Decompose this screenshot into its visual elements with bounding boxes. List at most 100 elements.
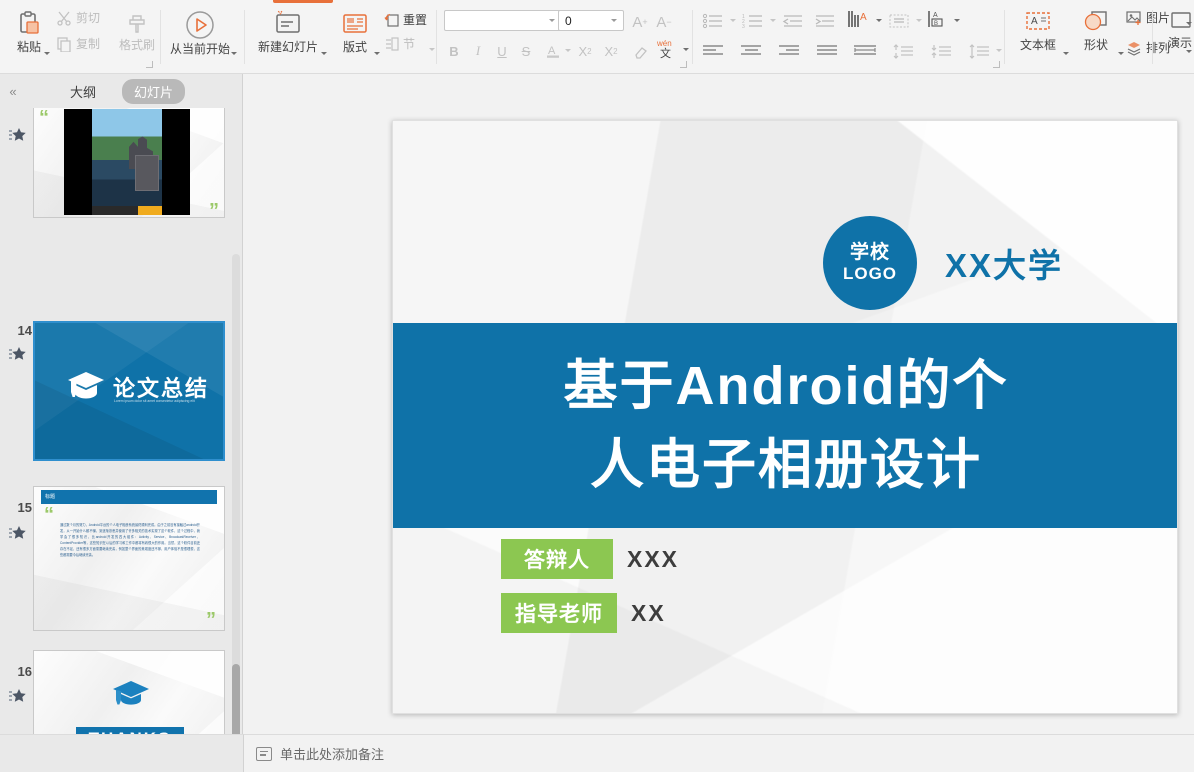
present-button[interactable]: 演示: [1160, 8, 1194, 50]
align-left-button[interactable]: [700, 40, 726, 62]
font-color-caret: [565, 49, 571, 52]
slide-thumbnail-15[interactable]: 标题 “ ” 通过数个月的努力，Android平台的个人电子相册系统最终顺利完成…: [33, 486, 225, 631]
shrink-font-button: A −: [656, 13, 672, 31]
thumbnail-list[interactable]: “ ” 14 论文总结 Lorem ipsum dolor sit amet c…: [0, 108, 243, 738]
text-box-caret[interactable]: [1063, 52, 1069, 55]
clipboard-dialog-launcher[interactable]: [146, 61, 153, 68]
font-size-caret[interactable]: [611, 19, 617, 22]
font-size-input[interactable]: 0: [558, 10, 624, 31]
animation-star-icon: [8, 345, 30, 363]
university-name[interactable]: XX大学: [945, 239, 1063, 287]
slide-thumbnail-13[interactable]: “ ”: [33, 108, 225, 218]
underline-button: U: [497, 43, 507, 59]
presenter-tag: 答辩人: [501, 539, 613, 579]
line-spacing-increase-button: [890, 40, 916, 62]
thumb15-header-text: 标题: [45, 494, 56, 500]
animation-star-icon: [8, 687, 30, 705]
thumb15-body: 通过数个月的努力，Android平台的个人电子相册系统最终顺利完成。由于之前没有…: [60, 523, 200, 557]
section-dropdown-caret: [429, 48, 435, 51]
convert-smartart-button[interactable]: A B: [925, 8, 951, 30]
from-current-slide-button[interactable]: 从当前开始: [168, 8, 232, 56]
present-label: 演示: [1167, 36, 1192, 50]
new-slide-dropdown-caret[interactable]: [321, 52, 327, 55]
font-dialog-launcher[interactable]: [680, 61, 687, 68]
slide-thumbnail-16[interactable]: THANKS 谢谢观看: [33, 650, 225, 738]
graduation-cap-icon: [110, 679, 152, 724]
text-direction-button[interactable]: A: [845, 8, 873, 30]
align-right-button[interactable]: [776, 40, 802, 62]
font-name-input[interactable]: [444, 10, 562, 31]
from-current-dropdown-caret[interactable]: [231, 52, 237, 55]
align-center-button[interactable]: [738, 40, 764, 62]
smartart-caret[interactable]: [954, 19, 960, 22]
svg-text:B: B: [934, 21, 938, 27]
ribbon-tab-strip: [0, 0, 1194, 4]
paste-label: 粘贴: [16, 40, 41, 54]
shapes-button[interactable]: 形状: [1072, 8, 1120, 52]
layout-label: 版式: [342, 40, 367, 54]
text-box-icon: A: [1026, 12, 1050, 30]
shapes-label: 形状: [1083, 38, 1108, 52]
distribute-button[interactable]: [852, 40, 878, 62]
justify-icon: [817, 45, 837, 55]
tab-outline[interactable]: 大纲: [58, 79, 108, 104]
copy-label: 复制: [76, 37, 101, 51]
new-slide-button[interactable]: 新建幻灯片: [252, 8, 324, 54]
presenter-info[interactable]: 答辩人 XXX 指导老师 XX: [501, 539, 679, 647]
panel-bottom-bar: [0, 734, 244, 772]
reset-button[interactable]: 重置: [384, 12, 427, 28]
format-painter-button: 格式刷: [114, 10, 160, 52]
cut-label: 剪切: [76, 11, 101, 25]
decrease-indent-button: [780, 10, 806, 32]
new-slide-label: 新建幻灯片: [257, 40, 318, 54]
active-tab-indicator: [273, 0, 333, 3]
decrease-indent-icon: [782, 15, 802, 27]
list-item[interactable]: 14 论文总结 Lorem ipsum dolor sit amet conse…: [0, 321, 243, 483]
section-button: 节: [384, 36, 415, 52]
spacing-down-icon: [931, 44, 951, 58]
phonetic-guide-button[interactable]: wén 文: [654, 36, 678, 62]
school-logo[interactable]: 学校 LOGO: [823, 216, 917, 310]
line-spacing-button: [966, 40, 992, 62]
line-spacing-caret: [996, 49, 1002, 52]
collapse-panel-button[interactable]: «: [4, 82, 22, 100]
paste-dropdown-caret[interactable]: [44, 52, 50, 55]
font-name-caret[interactable]: [549, 19, 555, 22]
paragraph-dialog-launcher[interactable]: [993, 61, 1000, 68]
list-item[interactable]: “ ”: [0, 108, 243, 240]
justify-button[interactable]: [814, 40, 840, 62]
distribute-icon: [854, 45, 876, 55]
slide-number-16: 16: [17, 664, 32, 679]
list-item[interactable]: 15 标题 “ ” 通过数个月的努力，Android平台的个人电子相册系统最终顺…: [0, 486, 243, 651]
phonetic-caret[interactable]: [683, 48, 689, 51]
text-direction-caret[interactable]: [876, 19, 882, 22]
align-text-caret: [916, 19, 922, 22]
paste-icon: [20, 11, 39, 34]
quote-open-icon: “: [39, 108, 49, 129]
eraser-icon: [634, 46, 647, 59]
paste-button[interactable]: 粘贴: [6, 10, 52, 54]
title-line-1: 基于Android的个: [563, 356, 1009, 417]
advisor-tag: 指导老师: [501, 593, 617, 633]
presenter-row: 答辩人 XXX: [501, 539, 679, 579]
notes-pane[interactable]: 单击此处添加备注: [244, 734, 1194, 772]
arrange-caret[interactable]: [1186, 50, 1192, 53]
font-color-button: A: [542, 40, 564, 62]
font-size-value: 0: [565, 13, 572, 28]
advisor-row: 指导老师 XX: [501, 593, 679, 633]
thumbnail-scrollbar[interactable]: [232, 254, 240, 772]
cut-icon: [57, 11, 71, 26]
slide-number-15: 15: [17, 500, 32, 515]
thumb15-header-bar: 标题: [41, 490, 217, 504]
layout-dropdown-caret[interactable]: [374, 52, 380, 55]
layout-button[interactable]: 版式: [332, 8, 378, 54]
shapes-caret[interactable]: [1118, 52, 1124, 55]
panel-header: « 大纲 幻灯片: [0, 74, 243, 108]
tab-slides[interactable]: 幻灯片: [122, 78, 186, 104]
slide-thumbnail-14[interactable]: 论文总结 Lorem ipsum dolor sit amet consecte…: [33, 321, 225, 461]
current-slide-canvas[interactable]: 学校 LOGO XX大学 基于Android的个 人电子相册设计 答辩人 XXX…: [392, 120, 1178, 714]
list-item[interactable]: 16 THANKS: [0, 650, 243, 738]
text-box-button[interactable]: A 文本框: [1012, 8, 1064, 52]
wps-presentation-window: 粘贴 剪切 复制 格式刷 从当前开始 新建幻灯片 版式 节 重置 0 A + A…: [0, 0, 1194, 772]
title-banner[interactable]: 基于Android的个 人电子相册设计: [393, 323, 1177, 528]
